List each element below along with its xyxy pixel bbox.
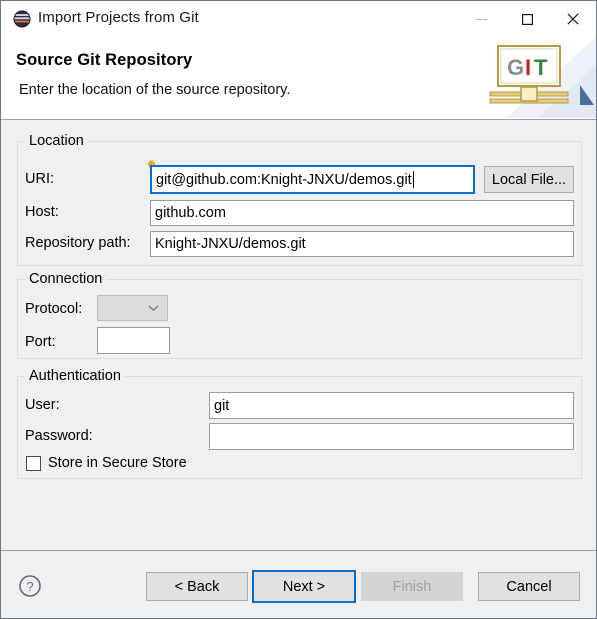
host-label: Host: [25, 204, 59, 220]
back-button[interactable]: < Back [146, 572, 248, 601]
store-in-secure-store-checkbox[interactable] [26, 455, 41, 471]
help-icon[interactable]: ? [18, 574, 42, 598]
minimize-button[interactable] [458, 1, 504, 37]
store-in-secure-store-label: Store in Secure Store [48, 455, 187, 471]
git-logo-icon: G I T [476, 37, 596, 118]
password-input[interactable] [209, 423, 574, 450]
uri-label: URI: [25, 171, 54, 187]
protocol-select[interactable] [97, 295, 168, 321]
user-input[interactable]: git [209, 392, 574, 419]
text-caret [412, 171, 414, 188]
page-title: Source Git Repository [16, 51, 193, 69]
user-input-value: git [214, 397, 230, 414]
page-description: Enter the location of the source reposit… [19, 82, 291, 98]
user-label: User: [25, 397, 60, 413]
wizard-header: Source Git Repository Enter the location… [1, 37, 596, 120]
repository-path-label: Repository path: [25, 235, 131, 251]
location-group-label: Location [25, 133, 88, 149]
connection-group-label: Connection [25, 271, 107, 287]
chevron-down-icon [148, 299, 159, 317]
eclipse-icon [13, 10, 31, 28]
svg-text:I: I [525, 55, 531, 80]
uri-input-value: git@github.com:Knight-JNXU/demos.git [156, 171, 412, 188]
host-input[interactable]: github.com [150, 200, 574, 226]
button-bar-separator [1, 550, 596, 551]
host-input-value: github.com [155, 205, 226, 221]
port-label: Port: [25, 334, 56, 350]
svg-text:T: T [534, 55, 548, 80]
protocol-label: Protocol: [25, 301, 83, 317]
svg-text:?: ? [26, 579, 33, 594]
uri-input[interactable]: git@github.com:Knight-JNXU/demos.git [150, 165, 475, 194]
svg-text:G: G [507, 55, 524, 80]
authentication-group-label: Authentication [25, 368, 125, 384]
title-bar: Import Projects from Git [1, 1, 596, 37]
close-button[interactable] [550, 1, 596, 37]
next-button[interactable]: Next > [252, 570, 356, 603]
store-in-secure-store-row[interactable]: Store in Secure Store [26, 455, 187, 471]
window-title: Import Projects from Git [38, 9, 199, 26]
cancel-button[interactable]: Cancel [478, 572, 580, 601]
port-input[interactable] [97, 327, 170, 354]
password-label: Password: [25, 428, 93, 444]
repository-path-input-value: Knight-JNXU/demos.git [155, 236, 306, 252]
finish-button: Finish [361, 572, 463, 601]
maximize-button[interactable] [504, 1, 550, 37]
window-controls [458, 1, 596, 37]
local-file-button[interactable]: Local File... [484, 166, 574, 193]
import-projects-from-git-dialog: Import Projects from Git Source Git Repo… [0, 0, 597, 619]
repository-path-input[interactable]: Knight-JNXU/demos.git [150, 231, 574, 257]
